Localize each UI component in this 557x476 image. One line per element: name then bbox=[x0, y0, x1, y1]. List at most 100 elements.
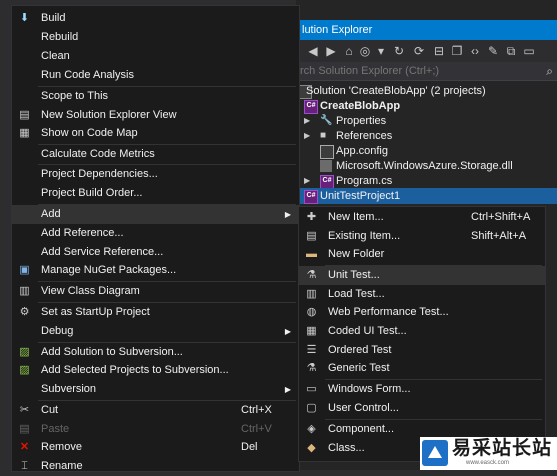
new-item-icon: ✚ bbox=[306, 211, 317, 223]
menu-item-manage-nuget[interactable]: ▣ Manage NuGet Packages... bbox=[12, 261, 299, 280]
menu-item-coded-ui-test[interactable]: ▦ Coded UI Test... bbox=[299, 322, 545, 341]
csharp-project-icon: C# bbox=[304, 100, 318, 114]
menu-item-label: Debug bbox=[41, 325, 74, 337]
menu-item-add-selected-projects-to-subversion[interactable]: ▨ Add Selected Projects to Subversion... bbox=[12, 361, 299, 380]
submenu-arrow-icon: ▶ bbox=[284, 385, 291, 394]
menu-item-label: New Item... bbox=[328, 211, 384, 223]
menu-item-add-service-reference[interactable]: Add Service Reference... bbox=[12, 243, 299, 262]
menu-item-label: Project Dependencies... bbox=[41, 168, 158, 180]
menu-item-label: Existing Item... bbox=[328, 230, 401, 242]
pending-changes-icon[interactable]: ◎ bbox=[358, 44, 372, 58]
tree-item-solution[interactable]: Solution 'CreateBlobApp' (2 projects) bbox=[296, 83, 557, 99]
menu-item-label: Run Code Analysis bbox=[41, 69, 134, 81]
menu-item-label: Add Selected Projects to Subversion... bbox=[41, 364, 229, 376]
menu-item-rebuild[interactable]: Rebuild bbox=[12, 28, 299, 47]
tree-item-references[interactable]: ▶ ■ References bbox=[296, 128, 557, 144]
new-view-icon: ▤ bbox=[19, 109, 30, 121]
properties-icon[interactable]: ✎ bbox=[486, 44, 500, 58]
existing-item-icon: ▤ bbox=[306, 230, 317, 242]
code-view-icon[interactable]: ‹› bbox=[468, 44, 482, 58]
menu-item-rename[interactable]: ⌶ Rename bbox=[12, 457, 299, 476]
refresh-icon[interactable]: ⟳ bbox=[412, 44, 426, 58]
expand-arrow-icon[interactable]: ▶ bbox=[304, 173, 312, 189]
menu-item-scope-to-this[interactable]: Scope to This bbox=[12, 87, 299, 106]
shortcut-label: Ctrl+V bbox=[241, 423, 272, 435]
menu-item-label: Paste bbox=[41, 423, 70, 435]
menu-item-label: Clean bbox=[41, 50, 70, 62]
menu-item-label: Add bbox=[41, 208, 61, 220]
menu-item-show-on-code-map[interactable]: ▦ Show on Code Map bbox=[12, 124, 299, 143]
menu-item-new-solution-explorer-view[interactable]: ▤ New Solution Explorer View bbox=[12, 106, 299, 125]
search-icon[interactable]: ⌕ bbox=[546, 64, 553, 79]
expand-arrow-icon[interactable]: ▶ bbox=[304, 113, 312, 129]
shortcut-label: Del bbox=[241, 441, 258, 453]
menu-item-generic-test[interactable]: ⚗ Generic Test bbox=[299, 359, 545, 378]
menu-item-label: Add Service Reference... bbox=[41, 246, 164, 258]
search-input[interactable] bbox=[300, 63, 540, 78]
collapse-all-icon[interactable]: ⊟ bbox=[432, 44, 446, 58]
menu-item-label: Rebuild bbox=[41, 31, 79, 43]
menu-item-view-class-diagram[interactable]: ▥ View Class Diagram bbox=[12, 282, 299, 301]
menu-item-label: Generic Test bbox=[328, 362, 390, 374]
dropdown-icon[interactable]: ▾ bbox=[374, 44, 388, 58]
menu-item-calculate-code-metrics[interactable]: Calculate Code Metrics bbox=[12, 145, 299, 164]
remove-icon: ✕ bbox=[19, 441, 30, 453]
tree-item-dll[interactable]: Microsoft.WindowsAzure.Storage.dll bbox=[296, 158, 557, 174]
menu-item-label: Manage NuGet Packages... bbox=[41, 264, 177, 276]
show-all-files-icon[interactable]: ❐ bbox=[450, 44, 464, 58]
menu-item-remove[interactable]: ✕ Remove Del bbox=[12, 438, 299, 457]
menu-item-label: Web Performance Test... bbox=[328, 306, 449, 318]
preview-icon[interactable]: ⧉ bbox=[504, 44, 518, 58]
expand-arrow-icon[interactable]: ▶ bbox=[304, 128, 312, 144]
project-context-menu: ⬇ Build Rebuild Clean Run Code Analysis S… bbox=[11, 5, 300, 472]
menu-item-label: Calculate Code Metrics bbox=[41, 148, 155, 160]
menu-item-debug[interactable]: Debug ▶ bbox=[12, 322, 299, 341]
menu-item-label: Add Solution to Subversion... bbox=[41, 346, 183, 358]
menu-item-run-code-analysis[interactable]: Run Code Analysis bbox=[12, 66, 299, 85]
menu-item-new-folder[interactable]: ▬ New Folder bbox=[299, 245, 545, 264]
menu-item-set-startup-project[interactable]: ⚙ Set as StartUp Project bbox=[12, 303, 299, 322]
menu-item-add-reference[interactable]: Add Reference... bbox=[12, 224, 299, 243]
back-icon[interactable]: ◀ bbox=[306, 44, 320, 58]
svn-add-icon: ▨ bbox=[19, 346, 30, 358]
tree-item-unit-test-project[interactable]: C# UnitTestProject1 bbox=[296, 188, 557, 204]
solution-explorer-search[interactable]: ⌕ bbox=[296, 62, 557, 81]
menu-item-load-test[interactable]: ▥ Load Test... bbox=[299, 285, 545, 304]
menu-item-add-solution-to-subversion[interactable]: ▨ Add Solution to Subversion... bbox=[12, 343, 299, 362]
menu-item-unit-test[interactable]: ⚗ Unit Test... bbox=[299, 266, 545, 285]
menu-item-project-build-order[interactable]: Project Build Order... bbox=[12, 184, 299, 203]
menu-item-subversion[interactable]: Subversion ▶ bbox=[12, 380, 299, 399]
solution-explorer-toolbar: ◀ ▶ ⌂ ◎ ▾ ↻ ⟳ ⊟ ❐ ‹› ✎ ⧉ ▭ bbox=[296, 40, 557, 62]
sync-icon[interactable]: ↻ bbox=[392, 44, 406, 58]
forward-icon[interactable]: ▶ bbox=[324, 44, 338, 58]
form-icon: ▭ bbox=[306, 383, 317, 395]
submenu-arrow-icon: ▶ bbox=[284, 210, 291, 219]
build-icon: ⬇ bbox=[19, 12, 30, 24]
menu-item-label: Add Reference... bbox=[41, 227, 124, 239]
menu-item-ordered-test[interactable]: ☰ Ordered Test bbox=[299, 341, 545, 360]
menu-item-user-control[interactable]: ▢ User Control... bbox=[299, 399, 545, 418]
class-view-icon[interactable]: ▭ bbox=[522, 44, 536, 58]
menu-item-add[interactable]: Add ▶ bbox=[12, 205, 299, 224]
tree-item-app-config[interactable]: App.config bbox=[296, 143, 557, 159]
menu-item-windows-form[interactable]: ▭ Windows Form... bbox=[299, 380, 545, 399]
tree-item-label: Microsoft.WindowsAzure.Storage.dll bbox=[336, 160, 513, 172]
menu-item-paste[interactable]: ▤ Paste Ctrl+V bbox=[12, 420, 299, 439]
solution-explorer-title-bar[interactable]: lution Explorer bbox=[296, 20, 557, 40]
tree-item-label: References bbox=[336, 130, 393, 142]
menu-item-new-item[interactable]: ✚ New Item... Ctrl+Shift+A bbox=[299, 208, 545, 227]
menu-item-existing-item[interactable]: ▤ Existing Item... Shift+Alt+A bbox=[299, 227, 545, 246]
menu-item-clean[interactable]: Clean bbox=[12, 47, 299, 66]
menu-item-label: Build bbox=[41, 12, 66, 24]
tree-item-properties[interactable]: ▶ 🔧 Properties bbox=[296, 113, 557, 129]
menu-item-project-dependencies[interactable]: Project Dependencies... bbox=[12, 165, 299, 184]
tree-item-label: App.config bbox=[336, 145, 388, 157]
tree-item-project[interactable]: C# CreateBlobApp bbox=[296, 98, 557, 114]
submenu-arrow-icon: ▶ bbox=[284, 327, 291, 336]
menu-item-build[interactable]: ⬇ Build bbox=[12, 9, 299, 28]
menu-item-cut[interactable]: ✂ Cut Ctrl+X bbox=[12, 401, 299, 420]
tree-item-program-cs[interactable]: ▶ C# Program.cs bbox=[296, 173, 557, 189]
menu-item-web-performance-test[interactable]: ◍ Web Performance Test... bbox=[299, 303, 545, 322]
menu-item-label: Ordered Test bbox=[328, 344, 392, 356]
home-icon[interactable]: ⌂ bbox=[342, 44, 356, 58]
